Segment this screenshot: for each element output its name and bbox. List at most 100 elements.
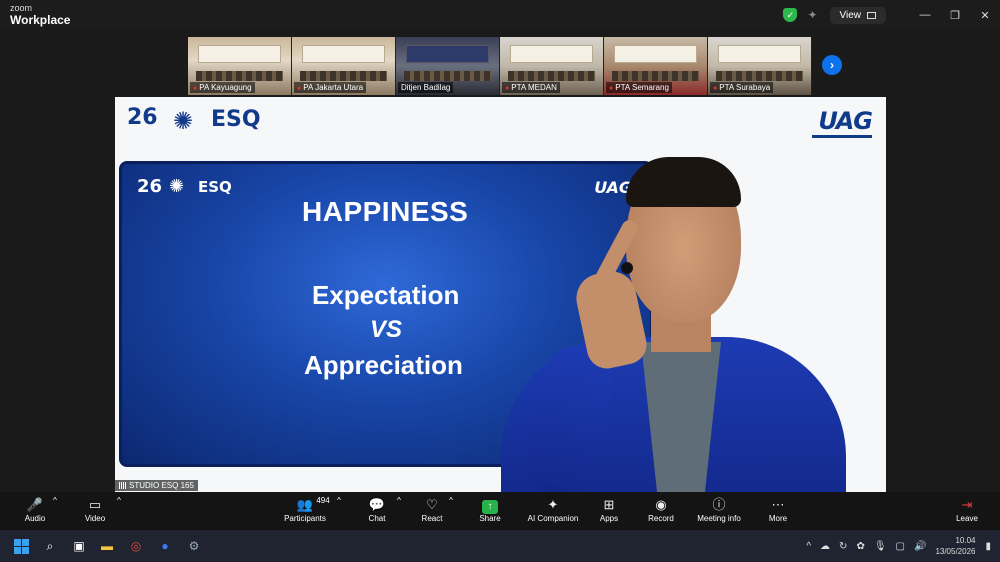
close-button[interactable]: ✕ bbox=[970, 9, 1000, 22]
title-bar: zoom Workplace ✓ ✦ View — ❐ ✕ bbox=[0, 0, 1000, 30]
security-shield-icon[interactable]: ✓ bbox=[783, 8, 798, 22]
thumbnail-label: ● PA Kayuagung bbox=[190, 82, 255, 93]
thumbnail-backdrop bbox=[614, 45, 697, 63]
react-label: React bbox=[421, 514, 443, 523]
participant-thumbnail[interactable]: ● PTA MEDAN bbox=[500, 37, 604, 95]
thumbnail-backdrop bbox=[198, 45, 281, 63]
participant-thumbnail-strip: ● PA Kayuagung ● PA Jakarta Utara Ditjen B… bbox=[188, 37, 812, 95]
minimize-button[interactable]: — bbox=[910, 9, 940, 21]
brand-zoom: zoom bbox=[10, 3, 33, 13]
next-page-arrow-icon[interactable]: › bbox=[822, 55, 842, 75]
thumbnail-label: ● PA Jakarta Utara bbox=[294, 82, 367, 93]
thumbnail-label: ● PTA MEDAN bbox=[502, 82, 560, 93]
more-dots-icon: ⋯ bbox=[771, 497, 785, 512]
slide-expectation: Expectation bbox=[312, 280, 460, 310]
thumbnail-backdrop bbox=[718, 45, 801, 63]
thumbnail-people bbox=[300, 71, 387, 81]
mic-muted-icon: ● bbox=[505, 85, 510, 92]
thumbnail-backdrop bbox=[302, 45, 385, 63]
slide-logo-26: 26 bbox=[137, 176, 163, 197]
microphone-icon[interactable]: 🎙 bbox=[874, 541, 887, 552]
meeting-info-label: Meeting info bbox=[697, 514, 741, 523]
audio-label: Audio bbox=[24, 514, 46, 523]
app-brand: zoom Workplace bbox=[10, 3, 71, 27]
meeting-toolbar: 🎤 Audio ^ ▭ Video ^ 👥 Participants 494 ^… bbox=[0, 492, 1000, 530]
logo-esq: ESQ bbox=[211, 107, 261, 132]
thumbnail-name: PTA Semarang bbox=[615, 83, 669, 92]
thumbnail-name: Ditjen Badilag bbox=[401, 83, 451, 92]
signal-bars-icon bbox=[119, 482, 127, 489]
apps-label: Apps bbox=[599, 514, 619, 523]
start-button[interactable] bbox=[12, 537, 30, 555]
logo-uag: UAG bbox=[818, 107, 873, 135]
restore-button[interactable]: ❐ bbox=[940, 9, 970, 22]
leave-door-icon: ⇥ bbox=[961, 497, 973, 512]
tray-chevron-up-icon[interactable]: ^ bbox=[806, 541, 811, 552]
thumbnail-label: ● PTA Surabaya bbox=[710, 82, 774, 93]
slide-vs: VS bbox=[370, 316, 403, 343]
search-icon[interactable]: ⌕ bbox=[41, 537, 59, 555]
ai-sparkle-icon[interactable]: ✦ bbox=[807, 8, 817, 22]
share-label: Share bbox=[479, 514, 501, 523]
active-speaker-video: 26 ✺ ESQ UAG 26 ✺ ESQ UAG HAPPINESS Expe… bbox=[115, 97, 886, 492]
slide-flower-logo-icon: ✺ bbox=[169, 176, 185, 196]
video-chevron-up-icon[interactable]: ^ bbox=[84, 496, 154, 505]
uag-underline bbox=[812, 135, 872, 138]
windows-taskbar: ⌕ ▣ ▬ ◎ ● ⚙ ^ ☁ ↻ ✿ 🎙 ▢ 🔊 10.04 13/05/20… bbox=[0, 530, 1000, 562]
thumbnail-label: Ditjen Badilag bbox=[398, 82, 454, 93]
sync-icon[interactable]: ↻ bbox=[839, 541, 847, 552]
notification-icon[interactable]: ▮ bbox=[985, 541, 991, 552]
thumbnail-backdrop bbox=[406, 45, 489, 63]
thumbnail-people bbox=[508, 71, 595, 81]
participants-label: Participants bbox=[284, 514, 326, 523]
network-icon[interactable]: ▢ bbox=[896, 541, 905, 552]
mic-muted-icon: ● bbox=[713, 85, 718, 92]
participant-thumbnail[interactable]: ● PA Kayuagung bbox=[188, 37, 292, 95]
record-label: Record bbox=[648, 514, 674, 523]
onedrive-cloud-icon[interactable]: ☁ bbox=[820, 541, 830, 552]
mic-muted-icon: ● bbox=[193, 85, 198, 92]
zoom-app-icon[interactable]: ● bbox=[156, 537, 174, 555]
leave-button[interactable]: ⇥ Leave bbox=[932, 496, 1000, 523]
participant-thumbnail[interactable]: Ditjen Badilag bbox=[396, 37, 500, 95]
name-tag-text: STUDIO ESQ 165 bbox=[129, 481, 194, 490]
participant-thumbnail[interactable]: ● PTA Surabaya bbox=[708, 37, 812, 95]
logo-26-years: 26 bbox=[127, 105, 158, 130]
headset-mic bbox=[621, 262, 633, 274]
video-label: Video bbox=[84, 514, 106, 523]
file-explorer-icon[interactable]: ▬ bbox=[98, 537, 116, 555]
settings-gear-icon[interactable]: ⚙ bbox=[185, 537, 203, 555]
task-view-icon[interactable]: ▣ bbox=[70, 537, 88, 555]
thumbnail-name: PTA MEDAN bbox=[511, 83, 557, 92]
thumbnail-name: PTA Surabaya bbox=[719, 83, 771, 92]
leave-label: Leave bbox=[956, 514, 978, 523]
participant-thumbnail[interactable]: ● PA Jakarta Utara bbox=[292, 37, 396, 95]
thumbnail-name: PA Jakarta Utara bbox=[303, 83, 364, 92]
more-button[interactable]: ⋯ More bbox=[743, 496, 813, 523]
clock[interactable]: 10.04 13/05/2026 bbox=[935, 535, 975, 557]
thumbnail-people bbox=[716, 71, 803, 81]
esq-flower-logo-icon: ✺ bbox=[173, 108, 194, 135]
thumbnail-people bbox=[612, 71, 699, 81]
ai-companion-label: AI Companion bbox=[527, 514, 579, 523]
mic-muted-icon: ● bbox=[297, 85, 302, 92]
slide-title: HAPPINESS bbox=[302, 196, 469, 227]
slide-appreciation: Appreciation bbox=[304, 350, 463, 380]
clock-time: 10.04 bbox=[955, 536, 976, 545]
brand-workplace: Workplace bbox=[10, 13, 71, 27]
thumbnail-backdrop bbox=[510, 45, 593, 63]
chrome-icon[interactable]: ◎ bbox=[127, 537, 145, 555]
participant-thumbnail[interactable]: ● PTA Semarang bbox=[604, 37, 708, 95]
thumbnail-label: ● PTA Semarang bbox=[606, 82, 672, 93]
speaker-name-tag: STUDIO ESQ 165 bbox=[115, 480, 198, 491]
grid-view-icon bbox=[867, 11, 876, 19]
windows-logo-icon bbox=[13, 538, 29, 554]
system-tray: ^ ☁ ↻ ✿ 🎙 ▢ 🔊 10.04 13/05/2026 ▮ bbox=[806, 530, 1000, 562]
security-icon[interactable]: ✿ bbox=[856, 541, 864, 552]
share-button[interactable]: ↑ Share bbox=[455, 496, 525, 523]
volume-icon[interactable]: 🔊 bbox=[914, 541, 926, 552]
clock-date: 13/05/2026 bbox=[935, 547, 976, 556]
view-button[interactable]: View bbox=[829, 6, 886, 24]
speaker-figure bbox=[491, 157, 886, 492]
more-label: More bbox=[768, 514, 788, 523]
